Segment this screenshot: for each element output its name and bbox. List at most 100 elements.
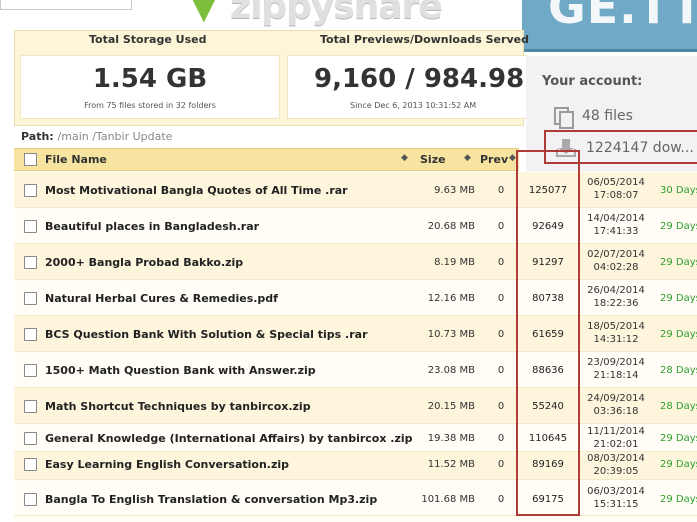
- file-name[interactable]: 2000+ Bangla Probad Bakko.zip: [45, 256, 243, 269]
- account-files-text: 48 files: [582, 108, 633, 124]
- download-icon: [556, 139, 576, 157]
- file-previews: 0: [497, 494, 505, 505]
- file-previews: 0: [497, 459, 505, 470]
- row-checkbox[interactable]: [24, 364, 37, 377]
- sort-icon[interactable]: ◆: [509, 153, 516, 163]
- table-row[interactable]: Bangla To English Translation & conversa…: [14, 480, 697, 516]
- file-downloads: 55240: [532, 401, 564, 412]
- file-name[interactable]: 1500+ Math Question Bank with Answer.zip: [45, 364, 316, 377]
- col-file-name[interactable]: File Name: [45, 153, 107, 166]
- file-date: 23/09/2014 21:18:14: [580, 356, 652, 382]
- file-size: 12.16 MB: [427, 293, 475, 304]
- table-row[interactable]: Beautiful places in Bangladesh.rar 20.68…: [14, 208, 697, 244]
- file-date-time: 20:39:05: [593, 466, 639, 477]
- file-date: 02/07/2014 04:02:28: [580, 248, 652, 274]
- file-previews: 0: [497, 293, 505, 304]
- file-date-day: 18/05/2014: [587, 321, 645, 332]
- files-icon: [554, 107, 574, 129]
- file-date-day: 06/03/2014: [587, 486, 645, 497]
- gett-logo-text: GE.TT: [548, 0, 697, 34]
- col-prev[interactable]: Prev: [480, 153, 508, 166]
- row-checkbox[interactable]: [24, 292, 37, 305]
- file-name[interactable]: Natural Herbal Cures & Remedies.pdf: [45, 292, 278, 305]
- file-size: 23.08 MB: [427, 365, 475, 376]
- file-date-day: 24/09/2014: [587, 393, 645, 404]
- zippyshare-logo[interactable]: ▼ zippyshare: [190, 0, 480, 27]
- col-size[interactable]: Size: [420, 153, 446, 166]
- file-size: 20.68 MB: [427, 221, 475, 232]
- file-date-time: 03:36:18: [593, 406, 639, 417]
- file-previews: 0: [497, 329, 505, 340]
- file-date-day: 26/04/2014: [587, 285, 645, 296]
- file-name[interactable]: Math Shortcut Techniques by tanbircox.zi…: [45, 400, 311, 413]
- file-downloads: 89169: [532, 459, 564, 470]
- file-downloads: 69175: [532, 494, 564, 505]
- file-date-time: 21:02:01: [593, 439, 639, 450]
- path-value[interactable]: /main /Tanbir Update: [58, 130, 173, 143]
- table-row[interactable]: 2000+ Bangla Probad Bakko.zip 8.19 MB 0 …: [14, 244, 697, 280]
- file-date: 06/05/2014 17:08:07: [580, 176, 652, 202]
- table-row[interactable]: 1500+ Math Question Bank with Answer.zip…: [14, 352, 697, 388]
- file-previews: 0: [497, 433, 505, 444]
- table-header: File Name ◆ Size ◆ Prev ◆: [14, 148, 519, 171]
- file-date-time: 04:02:28: [593, 262, 639, 273]
- row-checkbox[interactable]: [24, 328, 37, 341]
- row-checkbox[interactable]: [24, 493, 37, 506]
- file-name[interactable]: Most Motivational Bangla Quotes of All T…: [45, 184, 348, 197]
- file-date-day: 02/07/2014: [587, 249, 645, 260]
- file-name[interactable]: Easy Learning English Conversation.zip: [45, 458, 289, 471]
- account-files[interactable]: 48 files: [554, 102, 633, 130]
- file-date: 18/05/2014 14:31:12: [580, 320, 652, 346]
- row-checkbox[interactable]: [24, 400, 37, 413]
- file-expiry: 29 Days: [660, 257, 697, 268]
- account-downloads-text: 1224147 dow...: [586, 140, 694, 156]
- table-row[interactable]: Easy Learning English Conversation.zip 1…: [14, 452, 697, 480]
- sort-icon[interactable]: ◆: [401, 153, 408, 163]
- file-date-time: 14:31:12: [593, 334, 639, 345]
- file-size: 9.63 MB: [434, 185, 475, 196]
- file-expiry: 29 Days: [660, 329, 697, 340]
- storage-subtext: From 75 files stored in 32 folders: [84, 101, 216, 110]
- file-date-day: 23/09/2014: [587, 357, 645, 368]
- table-row[interactable]: General Knowledge (International Affairs…: [14, 424, 697, 452]
- account-downloads[interactable]: 1224147 dow...: [556, 134, 694, 162]
- table-row[interactable]: Natural Herbal Cures & Remedies.pdf 12.1…: [14, 280, 697, 316]
- file-date-time: 17:41:33: [593, 226, 639, 237]
- file-expiry: 29 Days: [660, 494, 697, 505]
- row-checkbox[interactable]: [24, 184, 37, 197]
- file-name[interactable]: Beautiful places in Bangladesh.rar: [45, 220, 259, 233]
- file-date: 26/04/2014 18:22:36: [580, 284, 652, 310]
- row-checkbox[interactable]: [24, 458, 37, 471]
- table-row[interactable]: BCS Question Bank With Solution & Specia…: [14, 316, 697, 352]
- file-expiry: 29 Days: [660, 433, 697, 444]
- file-date: 06/03/2014 15:31:15: [580, 485, 652, 511]
- row-checkbox[interactable]: [24, 256, 37, 269]
- file-expiry: 29 Days: [660, 221, 697, 232]
- file-expiry: 28 Days: [660, 365, 697, 376]
- file-date-time: 15:31:15: [593, 499, 639, 510]
- file-date-day: 14/04/2014: [587, 213, 645, 224]
- table-row[interactable]: Math Shortcut Techniques by tanbircox.zi…: [14, 388, 697, 424]
- file-downloads: 61659: [532, 329, 564, 340]
- file-name[interactable]: BCS Question Bank With Solution & Specia…: [45, 328, 368, 341]
- storage-title: Total Storage Used: [89, 33, 207, 46]
- file-name[interactable]: General Knowledge (International Affairs…: [45, 432, 413, 445]
- file-size: 8.19 MB: [434, 257, 475, 268]
- select-all-checkbox[interactable]: [24, 153, 37, 166]
- file-size: 20.15 MB: [427, 401, 475, 412]
- file-date-time: 17:08:07: [593, 190, 639, 201]
- breadcrumb: Path: /main /Tanbir Update: [21, 130, 172, 143]
- file-previews: 0: [497, 221, 505, 232]
- file-downloads: 125077: [528, 185, 568, 196]
- sort-icon[interactable]: ◆: [464, 153, 471, 163]
- file-size: 10.73 MB: [427, 329, 475, 340]
- table-row[interactable]: Most Motivational Bangla Quotes of All T…: [14, 172, 697, 208]
- path-label: Path:: [21, 130, 54, 143]
- row-checkbox[interactable]: [24, 220, 37, 233]
- top-left-box: [0, 0, 132, 10]
- file-date-day: 08/03/2014: [587, 453, 645, 464]
- file-date: 11/11/2014 21:02:01: [580, 425, 652, 451]
- account-title: Your account:: [542, 74, 643, 89]
- file-name[interactable]: Bangla To English Translation & conversa…: [45, 493, 377, 506]
- row-checkbox[interactable]: [24, 432, 37, 445]
